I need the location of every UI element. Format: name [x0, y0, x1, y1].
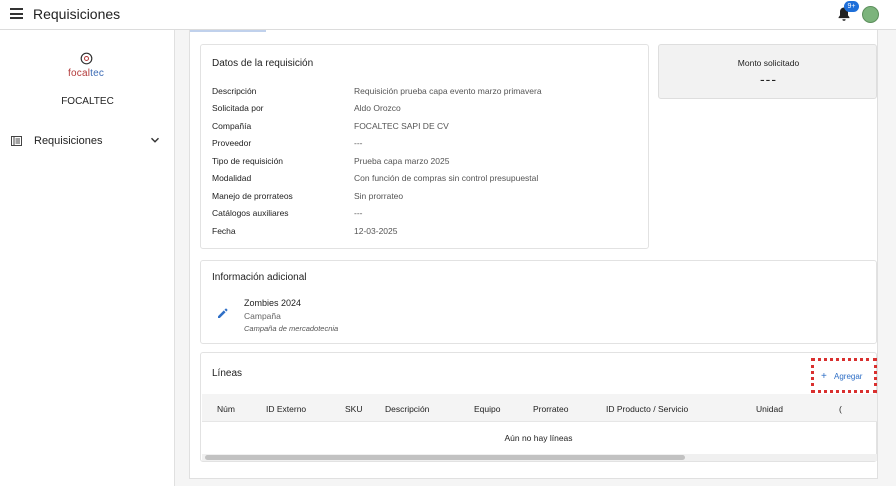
app-title: Requisiciones — [33, 6, 121, 22]
add-line-label: Agregar — [834, 372, 863, 381]
requested-amount-card: Monto solicitado --- — [658, 44, 877, 99]
page-right-gutter — [878, 30, 896, 486]
column-header-sku[interactable]: SKU — [345, 404, 362, 414]
lines-title: Líneas — [212, 368, 243, 379]
label-manejo-prorrateos: Manejo de prorrateos — [212, 191, 293, 201]
requisition-details-title: Datos de la requisición — [212, 58, 314, 69]
additional-info-title: Información adicional — [212, 272, 307, 283]
value-manejo-prorrateos: Sin prorrateo — [354, 191, 404, 201]
value-solicitada-por: Aldo Orozco — [354, 103, 401, 113]
plus-icon: + — [821, 371, 827, 382]
column-header-prorrateo[interactable]: Prorrateo — [533, 404, 568, 414]
column-header-id-externo[interactable]: ID Externo — [266, 404, 306, 414]
empty-lines-message: Aún no hay líneas — [504, 433, 573, 443]
value-catalogos-auxiliares: --- — [354, 208, 363, 218]
campaign-type: Campaña — [244, 311, 281, 321]
user-avatar[interactable] — [862, 6, 879, 23]
value-tipo-requisicion: Prueba capa marzo 2025 — [354, 156, 450, 166]
campaign-name: Zombies 2024 — [244, 298, 302, 308]
horizontal-scrollbar[interactable] — [202, 454, 877, 461]
value-descripcion: Requisición prueba capa evento marzo pri… — [354, 86, 542, 96]
sidebar-item-label: Requisiciones — [34, 135, 103, 147]
focaltec-logo-text: focaltec — [68, 68, 105, 79]
requested-amount-value: --- — [760, 71, 777, 87]
lines-table-header: Núm ID Externo SKU Descripción Equipo Pr… — [202, 394, 877, 422]
requested-amount-label: Monto solicitado — [737, 58, 800, 68]
company-name: FOCALTEC — [61, 96, 114, 107]
sidebar: focaltec FOCALTEC Requisiciones — [0, 30, 175, 486]
notification-badge: 9+ — [844, 1, 859, 12]
label-solicitada-por: Solicitada por — [212, 103, 264, 113]
column-header-unidad[interactable]: Unidad — [756, 404, 783, 414]
column-header-truncated[interactable]: ( — [839, 404, 842, 414]
horizontal-scrollbar-thumb[interactable] — [205, 455, 685, 460]
add-line-button[interactable]: + Agregar — [811, 358, 877, 393]
hamburger-menu-icon[interactable] — [10, 8, 23, 19]
pencil-icon[interactable] — [217, 308, 228, 319]
lines-card: Líneas + Agregar Núm ID Externo SKU Desc… — [200, 352, 877, 462]
sidebar-item-requisiciones[interactable]: Requisiciones — [0, 131, 175, 153]
label-modalidad: Modalidad — [212, 173, 252, 183]
label-catalogos-auxiliares: Catálogos auxiliares — [212, 208, 289, 218]
column-header-equipo[interactable]: Equipo — [474, 404, 500, 414]
value-modalidad: Con función de compras sin control presu… — [354, 173, 539, 183]
column-header-id-producto-servicio[interactable]: ID Producto / Servicio — [606, 404, 688, 414]
value-proveedor: --- — [354, 138, 363, 148]
label-descripcion: Descripción — [212, 86, 257, 96]
campaign-description: Campaña de mercadotecnia — [244, 324, 339, 333]
label-tipo-requisicion: Tipo de requisición — [212, 156, 284, 166]
column-header-num[interactable]: Núm — [217, 404, 235, 414]
additional-info-card: Información adicional Zombies 2024 Campa… — [200, 260, 877, 344]
column-header-descripcion[interactable]: Descripción — [385, 404, 429, 414]
list-icon — [11, 136, 22, 146]
label-fecha: Fecha — [212, 226, 236, 236]
label-proveedor: Proveedor — [212, 138, 252, 148]
tab-indicator — [190, 30, 266, 32]
top-app-bar: Requisiciones 9+ — [0, 0, 896, 30]
chevron-down-icon[interactable] — [150, 135, 160, 145]
value-fecha: 12-03-2025 — [354, 226, 398, 236]
label-compania: Compañía — [212, 121, 252, 131]
requisition-details-card: Datos de la requisición Descripción Requ… — [200, 44, 649, 249]
value-compania: FOCALTEC SAPI DE CV — [354, 121, 449, 131]
focaltec-logo-icon — [80, 52, 93, 65]
